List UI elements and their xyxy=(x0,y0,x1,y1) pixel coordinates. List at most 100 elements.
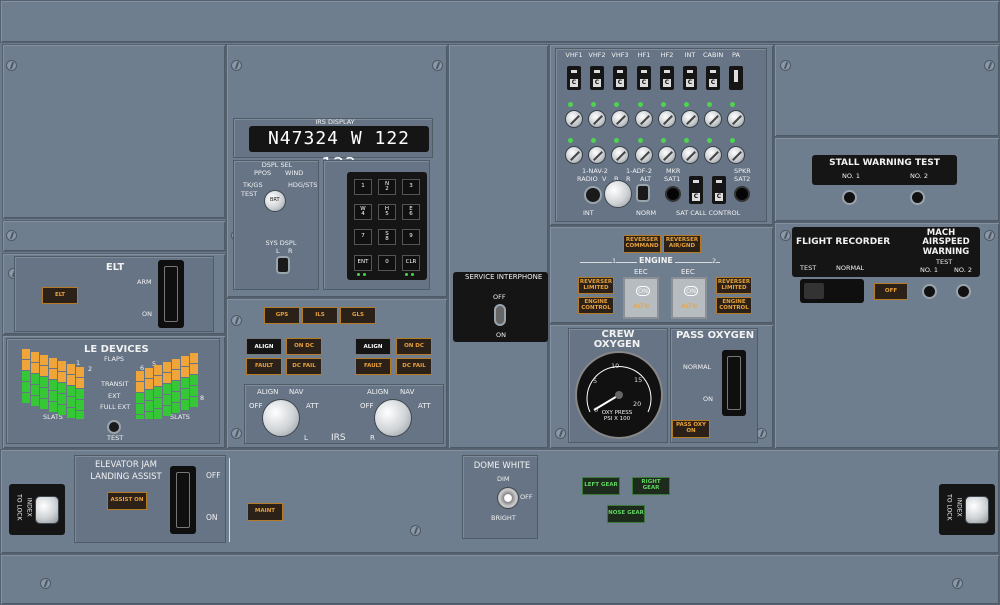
audio-selector-label: HF1 xyxy=(637,51,651,59)
key-3[interactable]: 3 xyxy=(402,179,420,195)
audio-volume-knob[interactable] xyxy=(565,110,583,128)
key-clr[interactable]: CLR xyxy=(402,255,420,271)
gps-button[interactable]: GPS xyxy=(264,307,300,324)
mach-test-1-button[interactable] xyxy=(922,284,937,299)
audio-led xyxy=(614,102,619,107)
sat2-button[interactable] xyxy=(734,186,750,202)
audio-volume-knob[interactable] xyxy=(635,110,653,128)
key-7[interactable]: 7 xyxy=(354,229,372,245)
key-e6[interactable]: E6 xyxy=(402,204,420,220)
audio-volume-knob[interactable] xyxy=(727,146,745,164)
irs-r-mode-knob[interactable] xyxy=(374,399,412,437)
audio-volume-knob[interactable] xyxy=(727,110,745,128)
audio-selector-vhf2[interactable]: C xyxy=(590,66,604,90)
service-interphone-switch[interactable] xyxy=(494,304,506,326)
elt-guarded-switch[interactable] xyxy=(158,260,184,328)
audio-selector-hf2[interactable]: C xyxy=(660,66,674,90)
sys-dspl-l: L xyxy=(276,247,280,255)
screw-icon xyxy=(410,525,421,536)
dome-light-knob[interactable] xyxy=(497,487,519,509)
le-device-light xyxy=(154,387,162,397)
le-device-light xyxy=(145,390,153,400)
audio-volume-knob[interactable] xyxy=(704,146,722,164)
pass-oxygen-guarded-switch[interactable] xyxy=(722,350,746,416)
sys-dspl-r: R xyxy=(288,247,293,255)
le-test-button[interactable] xyxy=(107,420,121,434)
audio-selector-pa[interactable] xyxy=(729,66,743,90)
ils-button[interactable]: ILS xyxy=(302,307,338,324)
service-panel xyxy=(448,44,549,449)
stall-test-1-button[interactable] xyxy=(842,190,857,205)
audio-selector-hf1[interactable]: C xyxy=(637,66,651,90)
index-lock-left-knob[interactable] xyxy=(35,496,59,524)
audio-volume-knob[interactable] xyxy=(658,146,676,164)
le-device-light xyxy=(40,355,48,365)
audio-selector-label: VHF1 xyxy=(565,51,583,59)
key-9[interactable]: 9 xyxy=(402,229,420,245)
sat2-label: SAT2 xyxy=(734,175,751,183)
le-device-light xyxy=(163,373,171,383)
audio-volume-knob[interactable] xyxy=(681,146,699,164)
audio-volume-knob[interactable] xyxy=(658,110,676,128)
key-0[interactable]: 0 xyxy=(378,255,396,271)
sat1-button[interactable] xyxy=(665,186,681,202)
key-n2[interactable]: N2 xyxy=(378,179,396,195)
engine-title: ENGINE xyxy=(637,256,675,266)
elevator-jam-guarded-switch[interactable] xyxy=(170,466,196,534)
blank-panel-left-top xyxy=(2,44,226,219)
audio-selector-vhf1[interactable]: C xyxy=(567,66,581,90)
audio-volume-knob[interactable] xyxy=(611,146,629,164)
audio-led xyxy=(568,138,573,143)
index-lock-right[interactable]: TO LOCK INDEX xyxy=(939,484,995,535)
elt-button[interactable]: ELT xyxy=(42,287,78,304)
audio-volume-knob[interactable] xyxy=(681,110,699,128)
eec-2-button[interactable]: ON ALTN xyxy=(671,277,707,319)
audio-selector-label: HF2 xyxy=(660,51,674,59)
key-1[interactable]: 1 xyxy=(354,179,372,195)
audio-selector-vhf3[interactable]: C xyxy=(613,66,627,90)
irs-l-mode-knob[interactable] xyxy=(262,399,300,437)
eec-2-on: ON xyxy=(684,286,698,296)
irs-readout: N47324 W 122 123 xyxy=(249,126,429,175)
key-s8[interactable]: S8 xyxy=(378,229,396,245)
le-device-light xyxy=(163,395,171,405)
stall-test-2-button[interactable] xyxy=(910,190,925,205)
le-device-light xyxy=(76,411,84,419)
audio-volume-knob[interactable] xyxy=(635,146,653,164)
audio-volume-knob[interactable] xyxy=(588,146,606,164)
nav-filter-knob[interactable] xyxy=(604,180,632,208)
index-lock-left[interactable]: TO LOCK INDEX xyxy=(9,484,65,535)
key-w4[interactable]: W4 xyxy=(354,204,372,220)
sat-call-selector-2[interactable]: C xyxy=(712,176,726,204)
key-ent[interactable]: ENT xyxy=(354,255,372,271)
le-device-light xyxy=(181,378,189,388)
audio-volume-knob[interactable] xyxy=(565,146,583,164)
audio-volume-knob[interactable] xyxy=(704,110,722,128)
audio-volume-knob[interactable] xyxy=(611,110,629,128)
eec-1-button[interactable]: ON ALTN xyxy=(623,277,659,319)
audio-selector-int[interactable]: C xyxy=(683,66,697,90)
audio-selector-cabin[interactable]: C xyxy=(706,66,720,90)
le-device-light xyxy=(22,393,30,403)
int-switch[interactable] xyxy=(584,186,602,204)
screw-icon xyxy=(780,230,791,241)
reverser-command-light: REVERSER COMMAND xyxy=(623,235,661,253)
le-device-light xyxy=(181,389,189,399)
le-device-light xyxy=(31,363,39,373)
sys-dspl-switch[interactable] xyxy=(276,256,290,274)
sat-call-selector-1[interactable]: C xyxy=(689,176,703,204)
key-h5[interactable]: H5 xyxy=(378,204,396,220)
mach-test-2-button[interactable] xyxy=(956,284,971,299)
gls-button[interactable]: GLS xyxy=(340,307,376,324)
stall-warning-title: STALL WARNING TEST xyxy=(829,158,940,168)
index-lock-right-knob[interactable] xyxy=(965,496,989,524)
le-device-light xyxy=(31,385,39,395)
audio-volume-knob[interactable] xyxy=(588,110,606,128)
sys-dspl-label: SYS DSPL xyxy=(265,239,297,247)
dome-dim-label: DIM xyxy=(497,475,510,483)
audio-led xyxy=(591,138,596,143)
norm-switch[interactable] xyxy=(636,184,650,202)
gauge-tick: 15 xyxy=(634,376,643,384)
flight-recorder-guarded-switch[interactable] xyxy=(800,279,864,303)
irs-r-fault-light: FAULT xyxy=(355,358,391,375)
